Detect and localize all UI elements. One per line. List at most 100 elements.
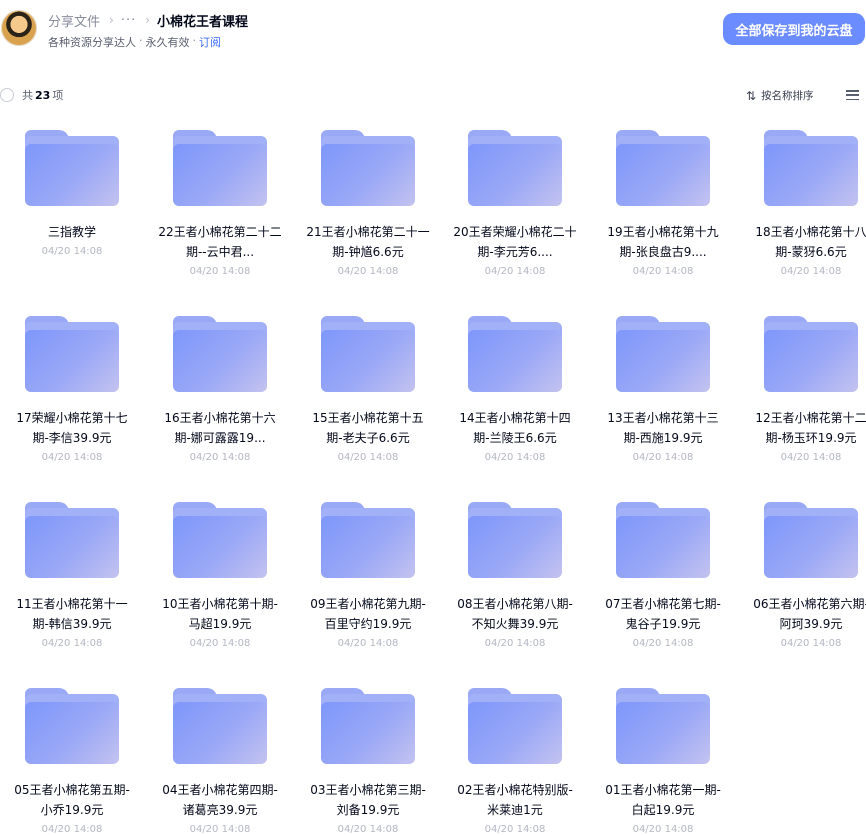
folder-date: 04/20 14:08 (632, 824, 694, 835)
folder-date: 04/20 14:08 (632, 638, 694, 649)
folder-item[interactable]: 11王者小棉花第十一期-韩信39.9元 04/20 14:08 (7, 492, 137, 649)
select-all-checkbox[interactable] (0, 88, 14, 102)
folder-icon (764, 130, 858, 208)
folder-date: 04/20 14:08 (337, 824, 399, 835)
folder-date: 04/20 14:08 (189, 824, 251, 835)
folder-date: 04/20 14:08 (780, 452, 842, 463)
folder-name: 02王者小棉花特别版-米莱迪1元 (457, 783, 573, 817)
folder-date: 04/20 14:08 (41, 452, 103, 463)
folder-icon (468, 130, 562, 208)
folder-name: 三指教学 (47, 225, 96, 239)
chevron-right-icon: › (145, 13, 151, 27)
folder-name: 22王者小棉花第二十二期--云中君... (158, 225, 282, 259)
folder-item[interactable]: 20王者荣耀小棉花二十期-李元芳6.... 04/20 14:08 (450, 120, 580, 277)
folder-icon (25, 130, 119, 208)
folder-name: 14王者小棉花第十四期-兰陵王6.6元 (459, 411, 571, 445)
folder-date: 04/20 14:08 (632, 452, 694, 463)
folder-item[interactable]: 17荣耀小棉花第十七期-李信39.9元 04/20 14:08 (7, 306, 137, 463)
folder-item[interactable]: 18王者小棉花第十八期-蒙犽6.6元 04/20 14:08 (746, 120, 866, 277)
item-count: 共 23 项 (0, 87, 63, 103)
folder-item[interactable]: 12王者小棉花第十二期-杨玉环19.9元 04/20 14:08 (746, 306, 866, 463)
folder-date: 04/20 14:08 (41, 638, 103, 649)
folder-name: 18王者小棉花第十八期-蒙犽6.6元 (755, 225, 866, 259)
folder-name: 19王者小棉花第十九期-张良盘古9.... (607, 225, 719, 259)
folder-icon (173, 130, 267, 208)
folder-icon (321, 130, 415, 208)
folder-date: 04/20 14:08 (632, 266, 694, 277)
folder-name: 13王者小棉花第十三期-西施19.9元 (607, 411, 719, 445)
folder-date: 04/20 14:08 (337, 266, 399, 277)
folder-icon (321, 316, 415, 394)
folder-item[interactable]: 04王者小棉花第四期-诸葛亮39.9元 04/20 14:08 (155, 678, 285, 835)
folder-item[interactable]: 14王者小棉花第十四期-兰陵王6.6元 04/20 14:08 (450, 306, 580, 463)
count-value: 23 (35, 88, 51, 102)
sort-label: 按名称排序 (761, 90, 814, 102)
folder-date: 04/20 14:08 (484, 638, 546, 649)
folder-icon (468, 688, 562, 766)
folder-icon (321, 688, 415, 766)
folder-item[interactable]: 09王者小棉花第九期-百里守约19.9元 04/20 14:08 (303, 492, 433, 649)
folder-icon (616, 688, 710, 766)
folder-item[interactable]: 01王者小棉花第一期-白起19.9元 04/20 14:08 (598, 678, 728, 835)
page-title: 小棉花王者课程 (157, 14, 249, 30)
folder-name: 09王者小棉花第九期-百里守约19.9元 (310, 597, 426, 631)
folder-item[interactable]: 15王者小棉花第十五期-老夫子6.6元 04/20 14:08 (303, 306, 433, 463)
folder-date: 04/20 14:08 (337, 452, 399, 463)
sort-icon: ⇅ (746, 88, 757, 103)
folder-name: 16王者小棉花第十六期-娜可露露19... (164, 411, 276, 445)
folder-name: 10王者小棉花第十期-马超19.9元 (162, 597, 278, 631)
folder-name: 07王者小棉花第七期-鬼谷子19.9元 (605, 597, 721, 631)
folder-date: 04/20 14:08 (484, 452, 546, 463)
folder-item[interactable]: 16王者小棉花第十六期-娜可露露19... 04/20 14:08 (155, 306, 285, 463)
folder-icon (616, 130, 710, 208)
count-prefix: 共 (22, 89, 33, 102)
folder-item[interactable]: 19王者小棉花第十九期-张良盘古9.... 04/20 14:08 (598, 120, 728, 277)
subscribe-link[interactable]: 订阅 (199, 34, 221, 50)
folder-name: 21王者小棉花第二十一期-钟馗6.6元 (306, 225, 430, 259)
breadcrumb: 分享文件 › ··· › 小棉花王者课程 (48, 11, 249, 30)
folder-item[interactable]: 02王者小棉花特别版-米莱迪1元 04/20 14:08 (450, 678, 580, 835)
sharer-name: 各种资源分享达人 (48, 36, 136, 49)
folder-date: 04/20 14:08 (484, 824, 546, 835)
folder-name: 01王者小棉花第一期-白起19.9元 (605, 783, 721, 817)
sort-button[interactable]: ⇅ 按名称排序 (746, 88, 814, 103)
avatar[interactable] (1, 10, 37, 46)
folder-date: 04/20 14:08 (780, 638, 842, 649)
folder-item[interactable]: 13王者小棉花第十三期-西施19.9元 04/20 14:08 (598, 306, 728, 463)
breadcrumb-more[interactable]: ··· (121, 13, 136, 28)
folder-icon (25, 502, 119, 580)
breadcrumb-root[interactable]: 分享文件 (48, 11, 100, 30)
folder-date: 04/20 14:08 (189, 266, 251, 277)
folder-name: 17荣耀小棉花第十七期-李信39.9元 (16, 411, 128, 445)
count-suffix: 项 (52, 89, 64, 102)
folder-date: 04/20 14:08 (337, 638, 399, 649)
folder-item[interactable]: 06王者小棉花第六期-阿珂39.9元 04/20 14:08 (746, 492, 866, 649)
folder-icon (764, 316, 858, 394)
folder-name: 03王者小棉花第三期-刘备19.9元 (310, 783, 426, 817)
folder-name: 12王者小棉花第十二期-杨玉环19.9元 (755, 411, 866, 445)
folder-name: 04王者小棉花第四期-诸葛亮39.9元 (162, 783, 278, 817)
folder-date: 04/20 14:08 (41, 246, 103, 257)
folder-item[interactable]: 三指教学 04/20 14:08 (7, 120, 137, 257)
folder-date: 04/20 14:08 (189, 452, 251, 463)
folder-name: 11王者小棉花第十一期-韩信39.9元 (16, 597, 128, 631)
folder-item[interactable]: 03王者小棉花第三期-刘备19.9元 04/20 14:08 (303, 678, 433, 835)
folder-item[interactable]: 08王者小棉花第八期-不知火舞39.9元 04/20 14:08 (450, 492, 580, 649)
save-all-button[interactable]: 全部保存到我的云盘 (723, 13, 865, 45)
folder-item[interactable]: 22王者小棉花第二十二期--云中君... 04/20 14:08 (155, 120, 285, 277)
folder-item[interactable]: 21王者小棉花第二十一期-钟馗6.6元 04/20 14:08 (303, 120, 433, 277)
folder-item[interactable]: 07王者小棉花第七期-鬼谷子19.9元 04/20 14:08 (598, 492, 728, 649)
folder-icon (616, 316, 710, 394)
separator-dot: · (192, 34, 197, 47)
folder-item[interactable]: 10王者小棉花第十期-马超19.9元 04/20 14:08 (155, 492, 285, 649)
folder-date: 04/20 14:08 (780, 266, 842, 277)
folder-item[interactable]: 05王者小棉花第五期-小乔19.9元 04/20 14:08 (7, 678, 137, 835)
folder-date: 04/20 14:08 (189, 638, 251, 649)
folder-icon (468, 316, 562, 394)
folder-icon (173, 316, 267, 394)
validity-label: 永久有效 (145, 36, 190, 49)
folder-name: 06王者小棉花第六期-阿珂39.9元 (753, 597, 866, 631)
folder-icon (468, 502, 562, 580)
folder-icon (173, 502, 267, 580)
list-view-icon[interactable] (846, 90, 859, 101)
